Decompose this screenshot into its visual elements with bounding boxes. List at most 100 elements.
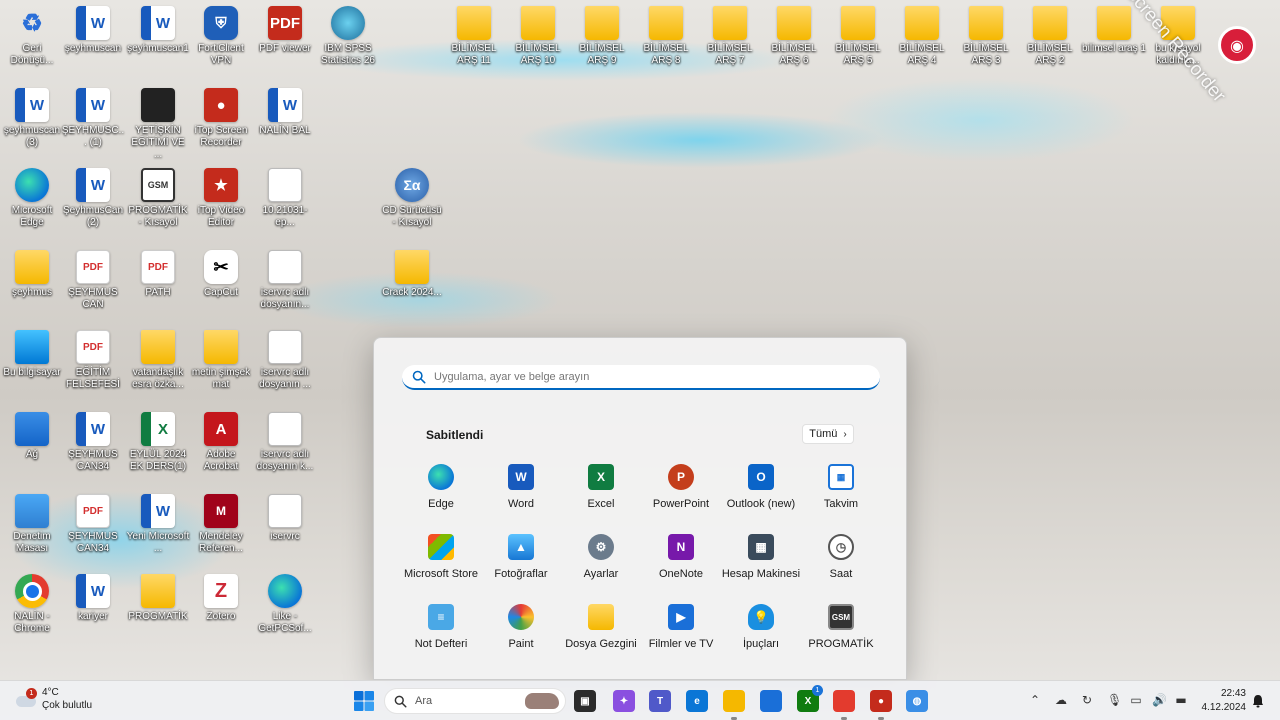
top-folder-icon[interactable]: BİLİMSEL ARŞ 9 [570,6,634,67]
desktop-icon[interactable]: NALİN - Chrome [0,574,64,635]
desktop-icon[interactable]: X EYLÜL 2024 EK DERS(1) [126,412,190,473]
start-search-input[interactable] [434,370,854,383]
desktop-icon[interactable]: GSM PROGMATİK - Kısayol [126,168,190,229]
pinned-app-tile[interactable]: P PowerPoint [641,461,721,531]
desktop-icon[interactable]: şeyhmus [0,250,64,299]
desktop-icon[interactable]: Crack 2024... [380,250,444,299]
notification-bell-icon[interactable] [1252,694,1264,708]
teams-icon[interactable]: T [649,690,671,712]
desktop-icon[interactable]: PDF EĞİTİM FELSEFESİ [61,330,125,391]
desktop-icon[interactable]: ✂ CapCut [189,250,253,299]
desktop-icon[interactable]: iservrc adlı dosyanın... [253,250,317,311]
desktop-icon[interactable]: YETİŞKİN EĞİTİMİ VE ... [126,88,190,161]
top-folder-icon[interactable]: BİLİMSEL ARŞ 4 [890,6,954,67]
volume-icon[interactable]: 🔊 [1152,693,1167,707]
chevron-up-icon[interactable]: ⌃ [1028,693,1042,707]
store-icon[interactable] [760,690,782,712]
desktop-icon[interactable]: Ağ [0,412,64,461]
pinned-app-tile[interactable]: Dosya Gezgini [561,601,641,671]
pinned-app-tile[interactable]: ▦ Hesap Makinesi [721,531,801,601]
pinned-app-tile[interactable]: ▲ Fotoğraflar [481,531,561,601]
top-folder-icon[interactable]: BİLİMSEL ARŞ 10 [506,6,570,67]
desktop-icon[interactable]: PDF ŞEYHMUS CAN34 [61,494,125,555]
desktop-icon[interactable]: ● iTop Screen Recorder [189,88,253,149]
desktop-icon[interactable]: M Mendeley Referen... [189,494,253,555]
desktop-icon[interactable]: iservrc adlı dosyanın k... [253,412,317,473]
pinned-app-tile[interactable]: ◷ Saat [801,531,881,601]
pinned-app-tile[interactable]: ▦ Takvim [801,461,881,531]
pinned-app-tile[interactable]: 💡 İpuçları [721,601,801,671]
desktop-icon[interactable]: PDF PATH [126,250,190,299]
network-icon[interactable]: ▭ [1129,693,1143,707]
pinned-app-tile[interactable]: Microsoft Store [401,531,481,601]
desktop-icon[interactable]: ♻ Geri Dönüşü... [0,6,64,67]
globe-icon[interactable]: ◍ [906,690,928,712]
pinned-app-label: Excel [587,498,615,510]
task-view-icon[interactable]: ▣ [574,690,596,712]
pinned-app-tile[interactable]: ⚙ Ayarlar [561,531,641,601]
desktop-icon[interactable]: PDF PDF viewer [253,6,317,55]
itop-screen-recorder-icon[interactable]: ● [870,690,892,712]
pinned-app-tile[interactable]: Edge [401,461,481,531]
top-folder-icon[interactable]: BİLİMSEL ARŞ 2 [1018,6,1082,67]
desktop-icon[interactable]: Bu bilgisayar [0,330,64,379]
start-button[interactable] [353,690,375,712]
desktop-icon[interactable]: iservrc adlı dosyanın ... [253,330,317,391]
refresh-icon[interactable]: ↻ [1080,693,1094,707]
edge-icon[interactable]: e [686,690,708,712]
top-folder-icon[interactable]: BİLİMSEL ARŞ 11 [442,6,506,67]
pinned-app-tile[interactable]: ≡ Not Defteri [401,601,481,671]
copilot-icon[interactable]: ✦ [613,690,635,712]
desktop-icon[interactable]: metin şimşek mat [189,330,253,391]
cloud-sync-icon[interactable]: ☁ [1054,693,1068,707]
desktop-icon[interactable]: Wşeyhmuscan (3) [0,88,64,149]
top-folder-icon[interactable]: BİLİMSEL ARŞ 5 [826,6,890,67]
desktop-icon[interactable]: Σα CD Sürücüsü - Kısayol [380,168,444,229]
desktop-icon[interactable]: Wkariyer [61,574,125,623]
all-apps-button[interactable]: Tümü › [802,424,854,444]
weather-widget[interactable]: 1 4°C Çok bulutlu [14,686,92,712]
pinned-app-tile[interactable]: W Word [481,461,561,531]
desktop-icon[interactable]: vatandaşlık esra özka... [126,330,190,391]
desktop-icon[interactable]: PDF ŞEYHMUS CAN [61,250,125,311]
desktop-icon[interactable]: Microsoft Edge [0,168,64,229]
powerpoint-icon: P [668,464,694,490]
desktop-icon[interactable]: W ŞEYHMUS CAN34 [61,412,125,473]
pdf-viewer-icon: PDF [268,6,302,40]
desktop-icon[interactable]: A Adobe Acrobat [189,412,253,473]
chrome-icon[interactable] [833,690,855,712]
desktop-icon[interactable]: W ŞEYHMUSC... (1) [61,88,125,149]
desktop-icon[interactable]: ★ iTop Video Editor [189,168,253,229]
top-folder-icon[interactable]: BİLİMSEL ARŞ 6 [762,6,826,67]
desktop-icon[interactable]: Wşeyhmuscan [61,6,125,55]
top-folder-icon[interactable]: BİLİMSEL ARŞ 8 [634,6,698,67]
pinned-app-tile[interactable]: N OneNote [641,531,721,601]
pinned-app-tile[interactable]: ▶ Filmler ve TV [641,601,721,671]
desktop-icon[interactable]: iservrc [253,494,317,543]
desktop-icon[interactable]: Denetim Masası [0,494,64,555]
microphone-icon[interactable]: 🎙 [1107,693,1122,707]
itop-screen-recorder-icon: ● [204,88,238,122]
top-folder-label: BİLİMSEL ARŞ 7 [707,43,753,66]
taskbar-clock[interactable]: 22:43 4.12.2024 [1198,687,1247,715]
top-folder-icon[interactable]: BİLİMSEL ARŞ 3 [954,6,1018,67]
desktop-icon[interactable]: 10.21031-ep... [253,168,317,229]
desktop-icon[interactable]: IBM SPSS Statistics 26 [316,6,380,67]
desktop-icon[interactable]: W NALİN BAL [253,88,317,137]
desktop-icon[interactable]: Z Zotero [189,574,253,623]
top-folder-icon[interactable]: BİLİMSEL ARŞ 7 [698,6,762,67]
desktop-icon[interactable]: Wşeyhmuscan1 [126,6,190,55]
pinned-app-tile[interactable]: X Excel [561,461,641,531]
battery-icon[interactable]: ▬ [1174,693,1188,707]
pinned-app-tile[interactable]: GSM PROGMATİK [801,601,881,671]
start-search-box[interactable] [402,365,880,390]
desktop-icon[interactable]: W Yeni Microsoft ... [126,494,190,555]
desktop-icon[interactable]: Like - GetPCSof... [253,574,317,635]
pinned-app-tile[interactable]: O Outlook (new) [721,461,801,531]
desktop-icon[interactable]: PROGMATİK [126,574,190,623]
file-explorer-icon[interactable] [723,690,745,712]
desktop-icon[interactable]: W ŞeyhmusCan (2) [61,168,125,229]
taskbar-search-box[interactable]: Ara [384,688,566,714]
pinned-app-tile[interactable]: Paint [481,601,561,671]
desktop-icon[interactable]: ⛨ FortiClient VPN [189,6,253,67]
